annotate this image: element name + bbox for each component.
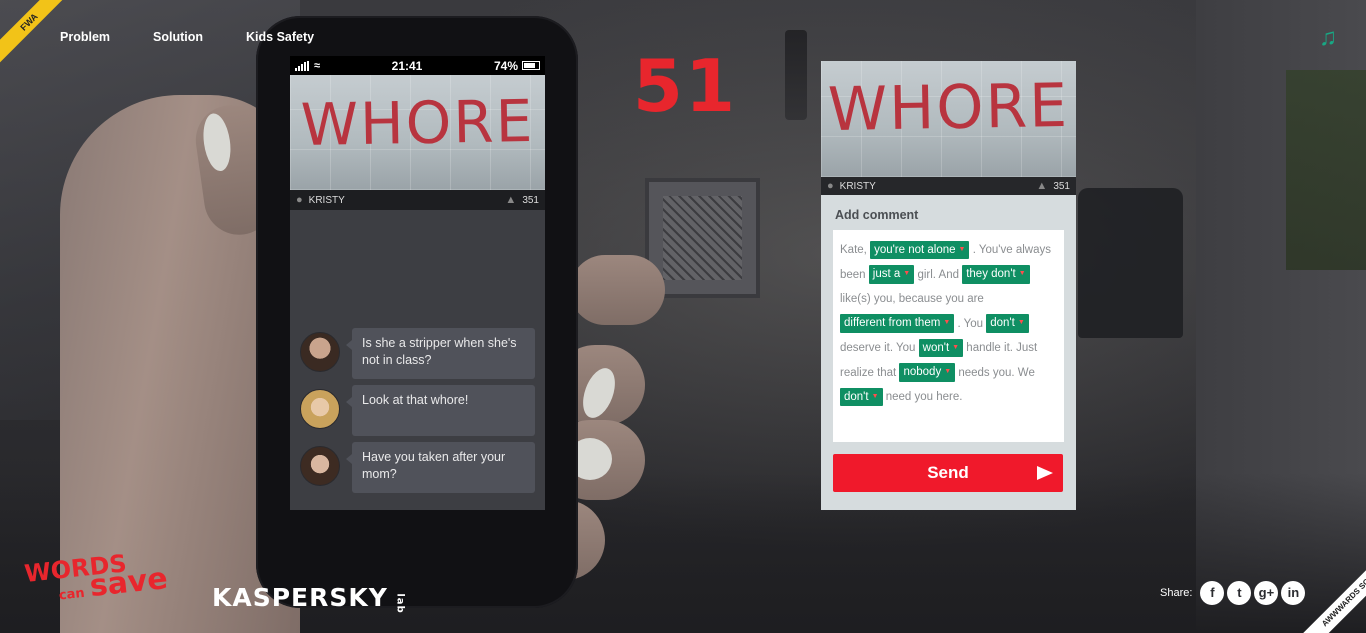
kaspersky-logo[interactable]: KASPERSKY lab <box>212 583 410 614</box>
dropdown-arrow-icon: ▼ <box>952 343 960 351</box>
composer-text: like(s) you, because you are <box>840 293 984 305</box>
word-choice-dropdown[interactable]: nobody ▼ <box>899 363 956 382</box>
dropdown-arrow-icon: ▼ <box>871 392 879 400</box>
post-likes: 351 <box>522 194 539 206</box>
word-choice-dropdown[interactable]: don't ▼ <box>986 314 1029 333</box>
card-post-username: KRISTY <box>839 180 876 192</box>
word-choice-dropdown[interactable]: different from them ▼ <box>840 314 955 333</box>
card-post-likes: 351 <box>1053 180 1070 192</box>
word-choice-dropdown[interactable]: they don't ▼ <box>962 265 1030 284</box>
composer-text: needs you. We <box>958 366 1035 379</box>
background-lamp <box>785 30 807 120</box>
post-info-bar: ● KRISTY ▲ 351 <box>290 190 545 210</box>
word-choice-dropdown[interactable]: you're not alone ▼ <box>870 240 970 259</box>
share-label: Share: <box>1160 587 1193 599</box>
thumb-nail <box>200 111 234 173</box>
user-icon: ● <box>296 194 303 206</box>
card-photo-graffiti-text: WHORE <box>827 70 1070 146</box>
dropdown-arrow-icon: ▼ <box>903 270 911 278</box>
add-comment-card: WHORE ● KRISTY ▲ 351 Add comment Kate, y… <box>821 61 1076 510</box>
battery-icon <box>522 61 540 70</box>
send-button-label: Send <box>927 463 969 482</box>
comment-list: Is she a stripper when she's not in clas… <box>290 328 545 499</box>
status-time: 21:41 <box>391 58 423 73</box>
phone-screen: ≈ 21:41 74% WHORE ● KRISTY ▲ 351 Is she … <box>290 56 545 510</box>
dropdown-arrow-icon: ▼ <box>958 245 966 253</box>
thumbs-up-icon[interactable]: ▲ <box>505 194 516 206</box>
composer-text: girl. And <box>917 268 959 281</box>
dropdown-arrow-icon: ▼ <box>1017 319 1025 327</box>
word-choice-dropdown[interactable]: won't ▼ <box>918 338 964 357</box>
wifi-icon: ≈ <box>314 59 321 72</box>
comment-item: Is she a stripper when she's not in clas… <box>290 328 545 379</box>
comment-bubble: Have you taken after your mom? <box>346 442 535 493</box>
main-nav: Problem Solution Kids Safety <box>60 30 357 44</box>
avatar <box>300 446 340 486</box>
comment-composer[interactable]: Kate, you're not alone ▼ . You've always … <box>833 230 1064 442</box>
linkedin-icon[interactable]: in <box>1281 581 1306 605</box>
status-battery-text: 74% <box>493 58 518 73</box>
signal-icon <box>295 60 309 71</box>
share-bar: Share: f t g+ in <box>1160 581 1306 605</box>
word-choice-dropdown[interactable]: just a ▼ <box>868 265 915 284</box>
comment-bubble: Is she a stripper when she's not in clas… <box>346 328 535 379</box>
add-comment-title: Add comment <box>835 208 919 222</box>
card-photo: WHORE <box>821 61 1076 177</box>
composer-text: Kate, <box>840 244 867 256</box>
post-username: KRISTY <box>308 194 345 206</box>
nav-kids-safety[interactable]: Kids Safety <box>246 30 314 44</box>
word-choice-dropdown[interactable]: don't ▼ <box>840 387 883 406</box>
finger-1 <box>570 255 665 325</box>
user-icon: ● <box>827 180 834 192</box>
google-plus-icon[interactable]: g+ <box>1254 581 1279 605</box>
comment-counter: 51 <box>632 44 738 128</box>
finger-nail <box>576 363 622 423</box>
card-post-info-bar: ● KRISTY ▲ 351 <box>821 177 1076 195</box>
dropdown-arrow-icon: ▼ <box>943 319 951 327</box>
avatar <box>300 332 340 372</box>
send-arrow-icon <box>1037 466 1053 480</box>
dropdown-arrow-icon: ▼ <box>1018 270 1026 278</box>
comment-item: Have you taken after your mom? <box>290 442 545 493</box>
post-photo[interactable]: WHORE <box>290 75 545 190</box>
thumbs-up-icon[interactable]: ▲ <box>1036 180 1047 192</box>
send-button[interactable]: Send <box>833 454 1063 492</box>
facebook-icon[interactable]: f <box>1200 581 1225 605</box>
background-jacket <box>1078 188 1183 338</box>
composer-text: need you here. <box>885 391 963 403</box>
comment-item: Look at that whore! <box>290 385 545 436</box>
composer-text: . You <box>957 317 984 330</box>
photo-graffiti-text: WHORE <box>300 86 535 160</box>
dropdown-arrow-icon: ▼ <box>944 368 952 376</box>
nav-solution[interactable]: Solution <box>153 30 203 44</box>
status-bar: ≈ 21:41 74% <box>290 56 545 75</box>
comment-bubble: Look at that whore! <box>346 385 535 436</box>
avatar <box>300 389 340 429</box>
music-note-icon[interactable]: ♫ <box>1316 25 1340 51</box>
composer-text: deserve it. You <box>840 342 916 354</box>
background-plant <box>1286 70 1366 270</box>
nav-problem[interactable]: Problem <box>60 30 110 44</box>
twitter-icon[interactable]: t <box>1227 581 1252 605</box>
